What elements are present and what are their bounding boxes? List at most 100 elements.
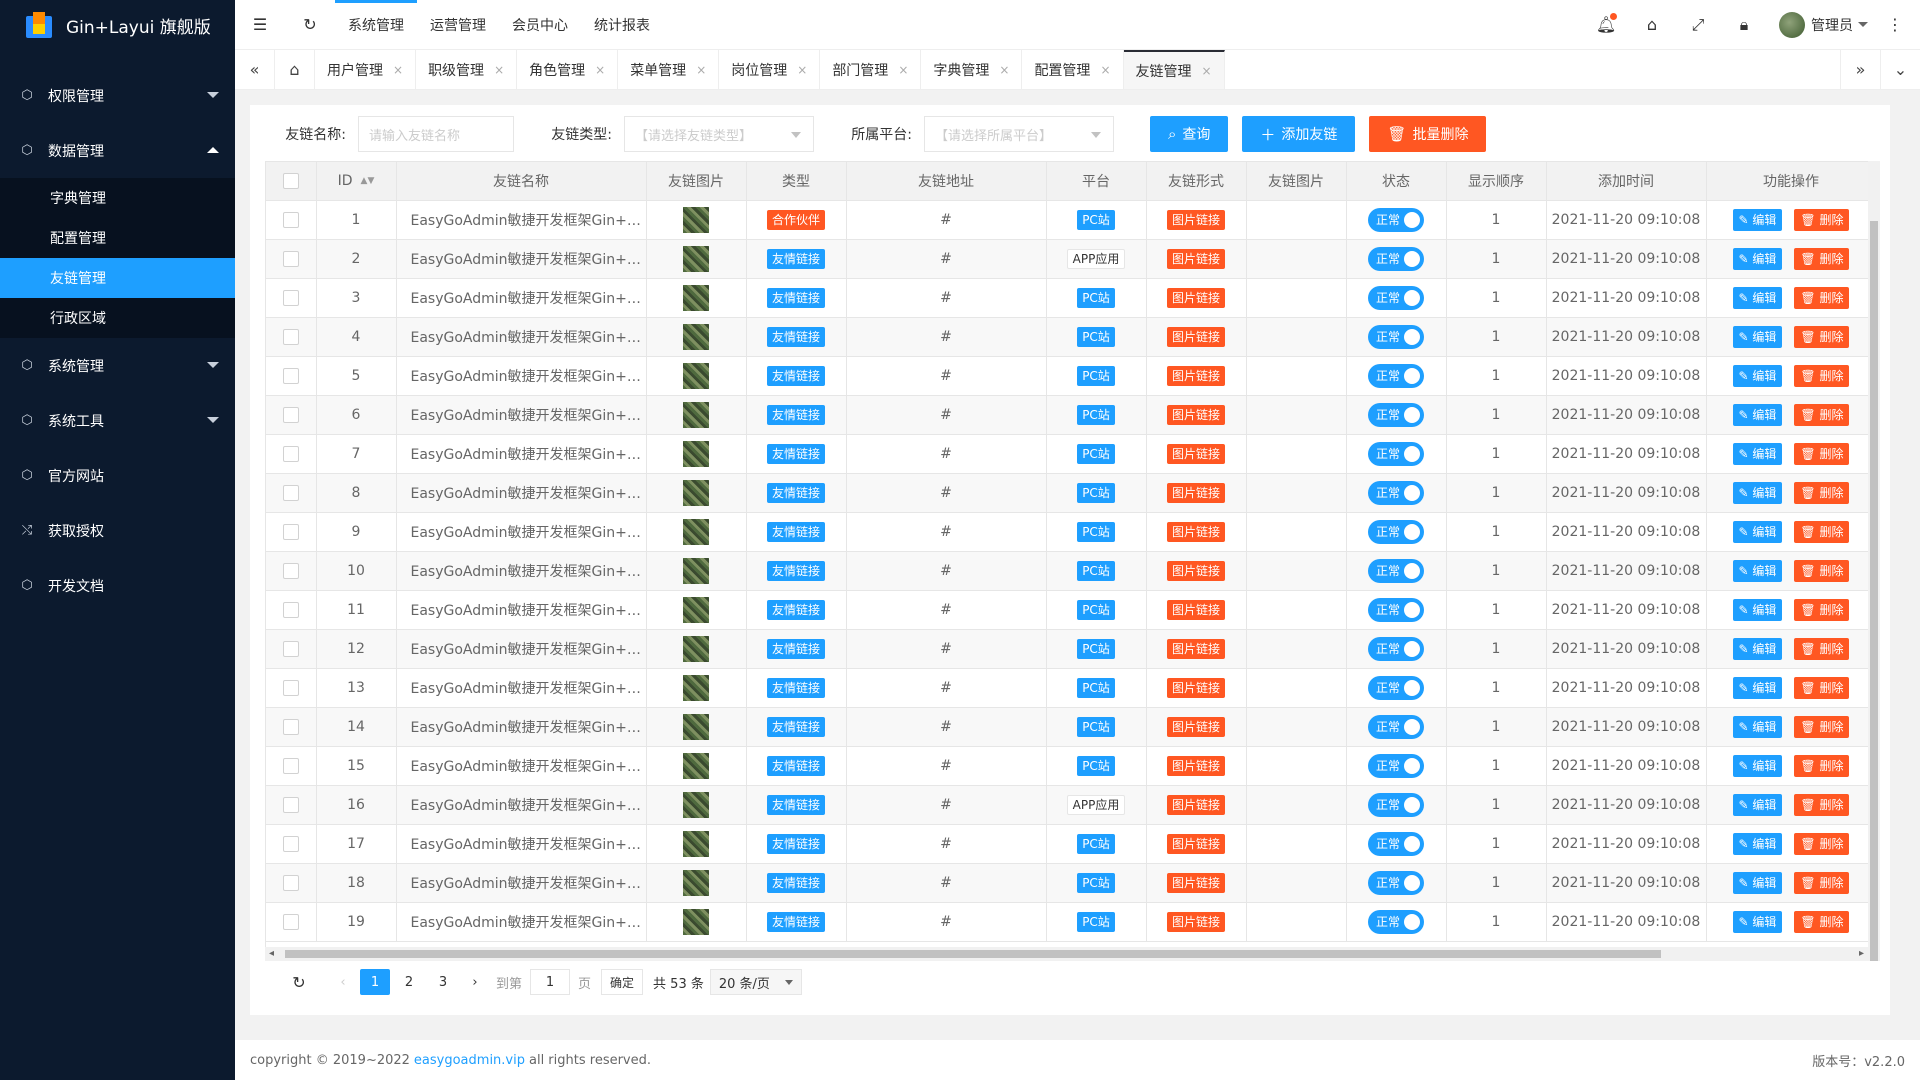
row-checkbox[interactable] bbox=[282, 211, 299, 228]
edit-button[interactable]: ✎ 编辑 bbox=[1732, 637, 1783, 660]
link-image-thumbnail[interactable] bbox=[683, 245, 709, 272]
edit-button[interactable]: ✎ 编辑 bbox=[1732, 676, 1783, 699]
vertical-scroll-thumb[interactable] bbox=[1870, 221, 1878, 961]
link-image-thumbnail[interactable] bbox=[683, 440, 709, 467]
status-toggle[interactable]: 正常 bbox=[1368, 519, 1424, 544]
delete-button[interactable]: 🗑︎ 删除 bbox=[1794, 442, 1850, 465]
tabs-scroll-left-icon[interactable]: « bbox=[235, 50, 275, 89]
close-icon[interactable]: × bbox=[393, 63, 403, 77]
row-checkbox[interactable] bbox=[282, 445, 299, 462]
delete-button[interactable]: 🗑︎ 删除 bbox=[1794, 208, 1850, 231]
edit-button[interactable]: ✎ 编辑 bbox=[1732, 442, 1783, 465]
edit-button[interactable]: ✎ 编辑 bbox=[1732, 871, 1783, 894]
site-link[interactable]: easygoadmin.vip bbox=[414, 1053, 525, 1068]
delete-button[interactable]: 🗑︎ 删除 bbox=[1794, 637, 1850, 660]
delete-button[interactable]: 🗑︎ 删除 bbox=[1794, 832, 1850, 855]
edit-button[interactable]: ✎ 编辑 bbox=[1732, 286, 1783, 309]
link-image-thumbnail[interactable] bbox=[683, 635, 709, 662]
close-icon[interactable]: × bbox=[999, 63, 1009, 77]
goto-page-input[interactable]: 1 bbox=[530, 969, 571, 995]
edit-button[interactable]: ✎ 编辑 bbox=[1732, 598, 1783, 621]
link-image-thumbnail[interactable] bbox=[683, 791, 709, 818]
top-nav-item-2[interactable]: 会员中心 bbox=[499, 0, 581, 50]
status-toggle[interactable]: 正常 bbox=[1368, 909, 1424, 934]
sidebar-item-5[interactable]: ⤭ 获取授权 bbox=[0, 503, 235, 558]
row-checkbox[interactable] bbox=[282, 484, 299, 501]
link-image-thumbnail[interactable] bbox=[683, 479, 709, 506]
sidebar-item-4[interactable]: ⬡ 官方网站 bbox=[0, 448, 235, 503]
link-image-thumbnail[interactable] bbox=[683, 518, 709, 545]
edit-button[interactable]: ✎ 编辑 bbox=[1732, 559, 1783, 582]
goto-confirm-button[interactable]: 确定 bbox=[601, 969, 644, 995]
row-checkbox[interactable] bbox=[282, 796, 299, 813]
sort-icon[interactable]: ▲▼ bbox=[361, 176, 375, 185]
sidebar-subitem-1[interactable]: 配置管理 bbox=[0, 218, 235, 258]
user-menu[interactable]: 管理员 bbox=[1767, 11, 1880, 38]
page-button-3[interactable]: 3 bbox=[428, 969, 458, 995]
status-toggle[interactable]: 正常 bbox=[1368, 402, 1424, 427]
delete-button[interactable]: 🗑︎ 删除 bbox=[1794, 481, 1850, 504]
link-image-thumbnail[interactable] bbox=[683, 596, 709, 623]
sidebar-subitem-0[interactable]: 字典管理 bbox=[0, 178, 235, 218]
row-checkbox[interactable] bbox=[282, 562, 299, 579]
row-checkbox[interactable] bbox=[282, 874, 299, 891]
link-image-thumbnail[interactable] bbox=[683, 284, 709, 311]
tab-2[interactable]: 角色管理 × bbox=[517, 50, 619, 89]
row-checkbox[interactable] bbox=[282, 289, 299, 306]
vertical-scrollbar[interactable] bbox=[1868, 161, 1880, 961]
edit-button[interactable]: ✎ 编辑 bbox=[1732, 403, 1783, 426]
link-image-thumbnail[interactable] bbox=[683, 401, 709, 428]
pager-refresh-icon[interactable]: ↻ bbox=[284, 969, 314, 995]
delete-button[interactable]: 🗑︎ 删除 bbox=[1794, 676, 1850, 699]
status-toggle[interactable]: 正常 bbox=[1368, 324, 1424, 349]
select-all-checkbox[interactable] bbox=[282, 172, 299, 189]
link-image-thumbnail[interactable] bbox=[683, 752, 709, 779]
top-nav-item-1[interactable]: 运营管理 bbox=[417, 0, 499, 50]
edit-button[interactable]: ✎ 编辑 bbox=[1732, 481, 1783, 504]
delete-button[interactable]: 🗑︎ 删除 bbox=[1794, 754, 1850, 777]
tab-7[interactable]: 配置管理 × bbox=[1022, 50, 1124, 89]
edit-button[interactable]: ✎ 编辑 bbox=[1732, 247, 1783, 270]
status-toggle[interactable]: 正常 bbox=[1368, 714, 1424, 739]
sidebar-item-6[interactable]: ⬡ 开发文档 bbox=[0, 558, 235, 613]
delete-button[interactable]: 🗑︎ 删除 bbox=[1794, 286, 1850, 309]
tabs-scroll-right-icon[interactable]: » bbox=[1840, 50, 1880, 89]
close-icon[interactable]: × bbox=[1100, 63, 1110, 77]
delete-button[interactable]: 🗑︎ 删除 bbox=[1794, 715, 1850, 738]
tab-8[interactable]: 友链管理 × bbox=[1123, 50, 1225, 89]
bell-icon[interactable]: 🔔︎ bbox=[1583, 0, 1629, 50]
status-toggle[interactable]: 正常 bbox=[1368, 207, 1424, 232]
next-page-icon[interactable]: › bbox=[460, 969, 490, 995]
link-image-thumbnail[interactable] bbox=[683, 869, 709, 896]
delete-button[interactable]: 🗑︎ 删除 bbox=[1794, 910, 1850, 933]
link-image-thumbnail[interactable] bbox=[683, 908, 709, 935]
row-checkbox[interactable] bbox=[282, 367, 299, 384]
edit-button[interactable]: ✎ 编辑 bbox=[1732, 832, 1783, 855]
status-toggle[interactable]: 正常 bbox=[1368, 363, 1424, 388]
tab-5[interactable]: 部门管理 × bbox=[820, 50, 922, 89]
edit-button[interactable]: ✎ 编辑 bbox=[1732, 520, 1783, 543]
row-checkbox[interactable] bbox=[282, 328, 299, 345]
edit-button[interactable]: ✎ 编辑 bbox=[1732, 793, 1783, 816]
status-toggle[interactable]: 正常 bbox=[1368, 753, 1424, 778]
status-toggle[interactable]: 正常 bbox=[1368, 246, 1424, 271]
row-checkbox[interactable] bbox=[282, 757, 299, 774]
status-toggle[interactable]: 正常 bbox=[1368, 597, 1424, 622]
row-checkbox[interactable] bbox=[282, 601, 299, 618]
row-checkbox[interactable] bbox=[282, 250, 299, 267]
delete-button[interactable]: 🗑︎ 删除 bbox=[1794, 325, 1850, 348]
status-toggle[interactable]: 正常 bbox=[1368, 870, 1424, 895]
fullscreen-icon[interactable]: ⤢ bbox=[1675, 0, 1721, 50]
close-icon[interactable]: × bbox=[898, 63, 908, 77]
edit-button[interactable]: ✎ 编辑 bbox=[1732, 325, 1783, 348]
app-logo[interactable]: Gin+Layui 旗舰版 bbox=[0, 0, 235, 50]
delete-button[interactable]: 🗑︎ 删除 bbox=[1794, 559, 1850, 582]
page-button-1[interactable]: 1 bbox=[360, 969, 390, 995]
close-icon[interactable]: × bbox=[595, 63, 605, 77]
close-icon[interactable]: × bbox=[1202, 64, 1212, 78]
edit-button[interactable]: ✎ 编辑 bbox=[1732, 364, 1783, 387]
link-image-thumbnail[interactable] bbox=[683, 674, 709, 701]
delete-button[interactable]: 🗑︎ 删除 bbox=[1794, 598, 1850, 621]
row-checkbox[interactable] bbox=[282, 640, 299, 657]
row-checkbox[interactable] bbox=[282, 835, 299, 852]
